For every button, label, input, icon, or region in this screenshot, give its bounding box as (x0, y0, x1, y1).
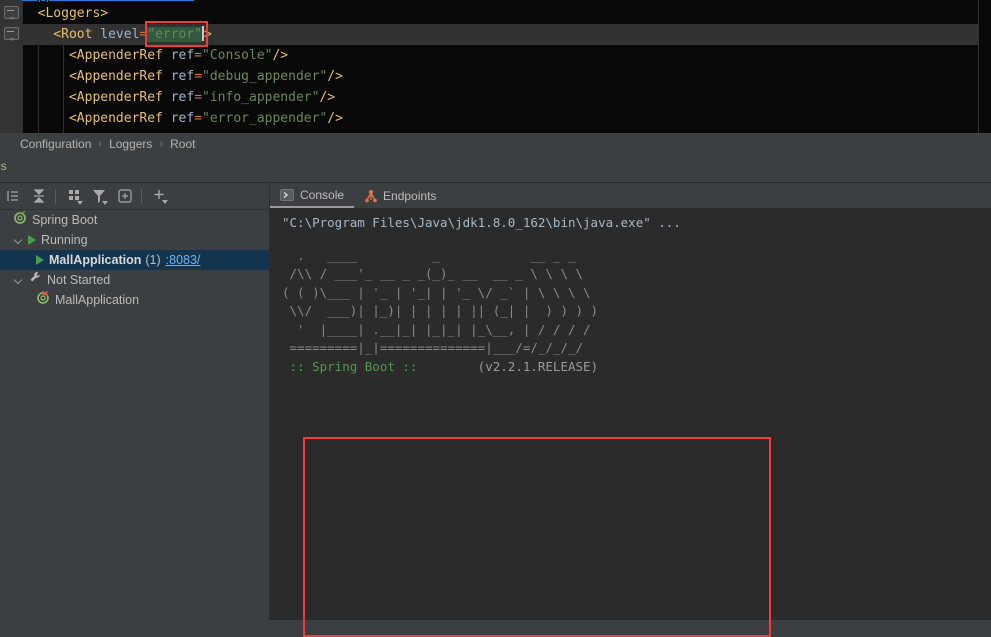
breadcrumb-item-configuration[interactable]: Configuration (20, 137, 91, 151)
tree-node-not-started[interactable]: Not Started (0, 270, 269, 290)
banner-line-6: =========|_|==============|___/=/_/_/_/ (282, 340, 584, 355)
console-tabstrip[interactable]: Console Endpoints (270, 183, 991, 208)
tree-node-instance-count: (1) (145, 253, 161, 267)
code-line-root[interactable]: <Root level="error" > (22, 24, 212, 45)
fold-toggle-root[interactable] (4, 27, 19, 41)
breadcrumb-item-root[interactable]: Root (170, 137, 195, 151)
tab-endpoints[interactable]: Endpoints (354, 183, 446, 208)
banner-line-4: \\/ ___)| |_)| | | | | || (_| | ) ) ) ) (282, 303, 599, 318)
editor-gutter[interactable] (0, 0, 22, 133)
filter-icon[interactable] (89, 185, 111, 207)
expand-all-icon[interactable] (3, 185, 25, 207)
tree-node-running[interactable]: Running (0, 230, 269, 250)
tab-console[interactable]: Console (270, 183, 355, 208)
banner-line-2: /\\ / ___'_ __ _ _(_)_ __ __ _ \ \ \ \ (282, 266, 584, 281)
tree-node-url-link[interactable]: :8083/ (166, 250, 201, 270)
tool-window-tabstrip[interactable]: es (0, 155, 991, 183)
toolbar-separator (141, 188, 142, 204)
endpoints-flame-icon (364, 189, 378, 203)
console-panel: Console Endpoints "C:\Program Files\Java… (270, 183, 991, 637)
spring-boot-icon (13, 210, 27, 230)
banner-version: (v2.2.1.RELEASE) (425, 358, 599, 374)
collapse-all-icon[interactable] (28, 185, 50, 207)
tree-node-label: MallApplication (49, 253, 142, 267)
console-output[interactable]: "C:\Program Files\Java\jdk1.8.0_162\bin\… (270, 208, 991, 620)
services-toolbar[interactable] (0, 183, 269, 210)
side-tab-services[interactable]: es (0, 159, 7, 173)
code-line-appenderref-info[interactable]: <AppenderRef ref="info_appender"/> (22, 87, 335, 108)
fold-toggle-loggers[interactable] (4, 6, 19, 20)
banner-line-5: ' |____| .__|_| |_|_| |_\__, | / / / / (282, 321, 591, 337)
code-line-loggers[interactable]: <Loggers> (22, 3, 108, 24)
code-line-appenderref-console[interactable]: <AppenderRef ref="Console"/> (22, 45, 288, 66)
tree-node-label: Not Started (47, 273, 111, 287)
spring-boot-error-icon (36, 290, 50, 310)
services-tree[interactable]: Spring Boot Running MallApplication (1) … (0, 210, 269, 620)
run-icon (28, 235, 36, 245)
breadcrumb-separator: › (159, 138, 164, 150)
wrench-icon (28, 270, 42, 290)
tree-node-label: Spring Boot (32, 213, 98, 227)
add-tab-icon[interactable] (114, 185, 136, 207)
tool-window-area: es (0, 155, 991, 637)
console-command-line: "C:\Program Files\Java\jdk1.8.0_162\bin\… (282, 215, 681, 230)
tree-node-mallapplication-not-started[interactable]: MallApplication (0, 290, 269, 310)
banner-line-1: . ____ _ __ _ _ (282, 247, 576, 263)
tab-console-label: Console (300, 187, 345, 202)
chevron-down-icon[interactable] (14, 235, 25, 246)
tree-node-label: Running (41, 233, 88, 247)
group-by-icon[interactable] (64, 185, 86, 207)
code-line-appenderref-error[interactable]: <AppenderRef ref="error_appender"/> (22, 108, 343, 129)
services-tool-window: Spring Boot Running MallApplication (1) … (0, 183, 269, 620)
tree-node-label: MallApplication (55, 293, 140, 307)
chevron-down-icon[interactable] (14, 275, 25, 286)
code-line-appenderref-debug[interactable]: <AppenderRef ref="debug_appender"/> (22, 66, 343, 87)
tree-node-mallapplication-running[interactable]: MallApplication (1) :8083/ (0, 250, 269, 270)
banner-product-name: :: Spring Boot :: (282, 358, 425, 374)
tab-endpoints-label: Endpoints (383, 188, 437, 203)
tree-node-spring-boot[interactable]: Spring Boot (0, 210, 269, 230)
breadcrumb-separator: › (98, 138, 103, 150)
breadcrumb[interactable]: Configuration › Loggers › Root (0, 133, 991, 155)
banner-line-3: ( ( )\___ | '_ | '_| | '_ \/ _` | \ \ \ … (282, 284, 591, 300)
banner-version-line: :: Spring Boot :: (v2.2.1.RELEASE) (270, 358, 991, 377)
intellij-idea-window: <AppenderRef ref="…"/> <Loggers> <Root l… (0, 0, 991, 637)
right-margin-guide (978, 0, 979, 133)
console-icon (280, 188, 294, 201)
breadcrumb-item-loggers[interactable]: Loggers (109, 137, 152, 151)
run-icon (36, 255, 44, 265)
xml-editor[interactable]: <AppenderRef ref="…"/> <Loggers> <Root l… (0, 0, 991, 133)
add-icon[interactable] (150, 185, 172, 207)
toolbar-separator (55, 188, 56, 204)
